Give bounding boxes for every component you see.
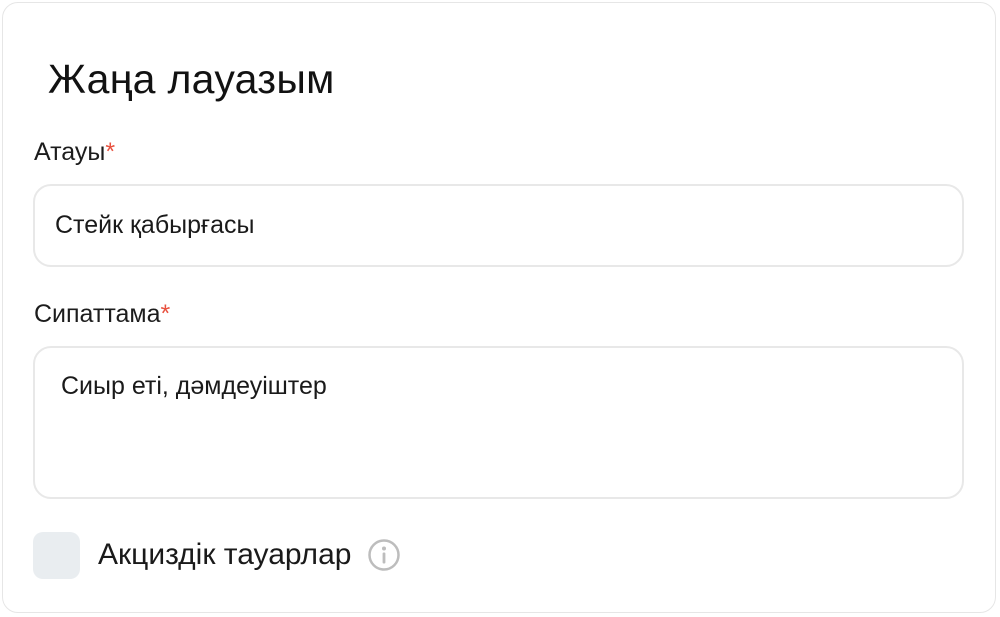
excise-goods-label[interactable]: Акциздік тауарлар <box>98 531 351 579</box>
excise-goods-row: Акциздік тауарлар <box>33 531 401 579</box>
info-icon[interactable] <box>367 538 401 572</box>
excise-goods-checkbox[interactable] <box>33 531 80 579</box>
name-field-label: Атауы* <box>34 137 115 167</box>
new-position-card: Жаңа лауазым Атауы* Сипаттама* Сиыр еті,… <box>2 2 996 613</box>
required-mark: * <box>160 300 171 328</box>
name-input[interactable] <box>33 184 964 267</box>
name-label-text: Атауы <box>34 138 106 166</box>
description-textarea[interactable]: Сиыр еті, дәмдеуіштер <box>33 346 964 499</box>
description-field-label: Сипаттама* <box>34 299 170 329</box>
required-mark: * <box>105 138 116 166</box>
page-title: Жаңа лауазым <box>48 56 335 102</box>
description-label-text: Сипаттама <box>34 300 161 328</box>
